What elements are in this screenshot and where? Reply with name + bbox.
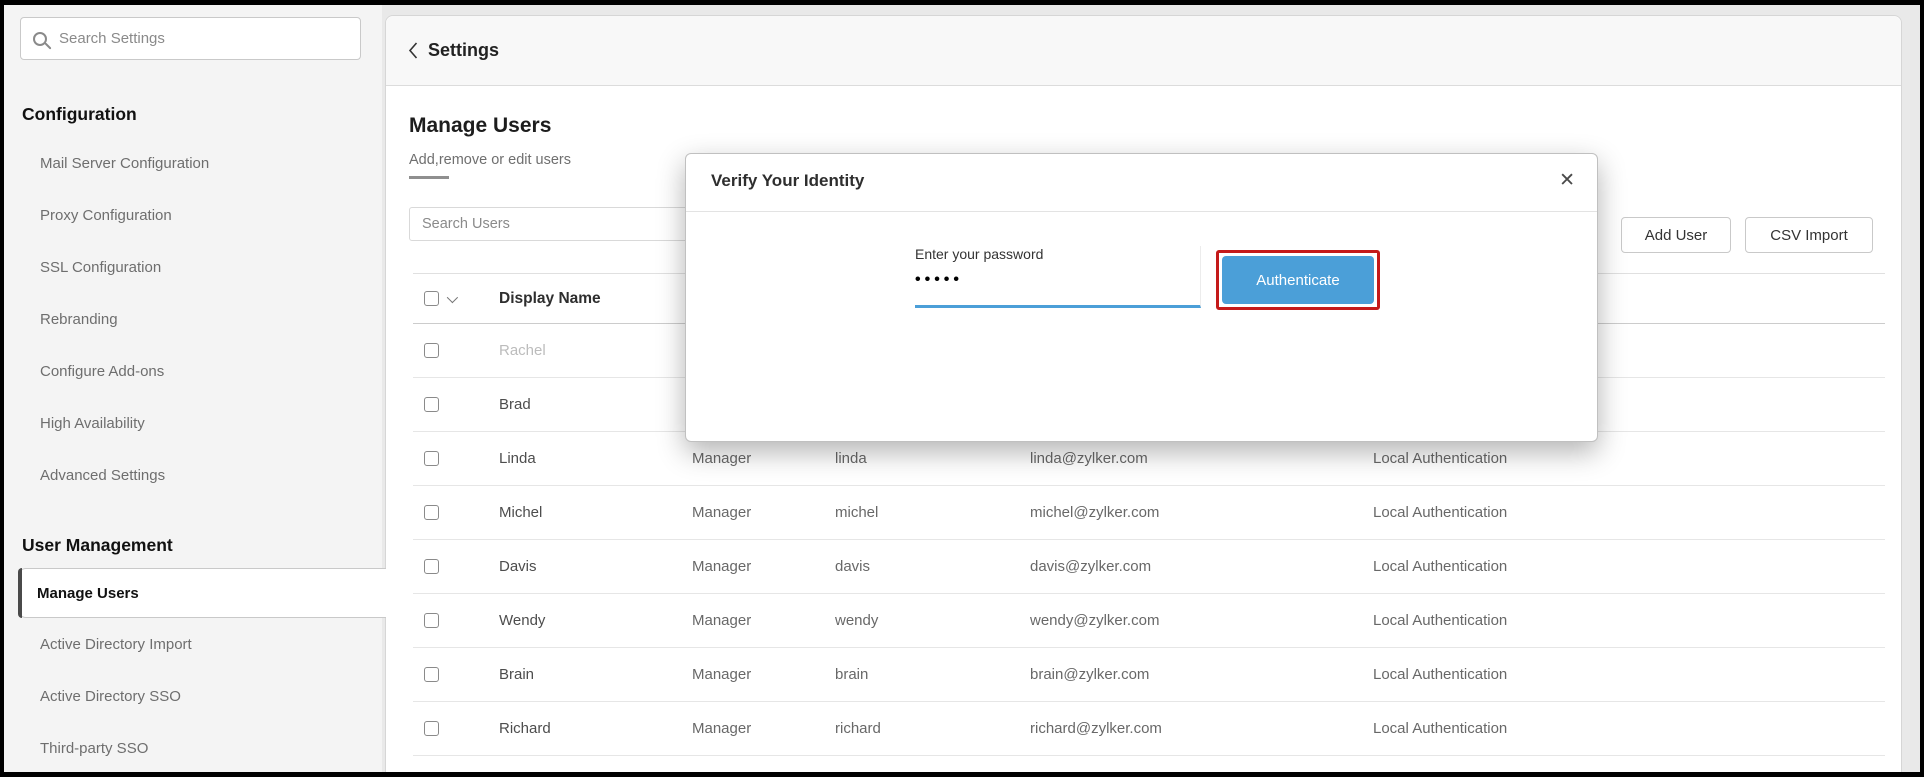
settings-search-input[interactable]: Search Settings bbox=[20, 17, 361, 60]
chevron-left-icon bbox=[408, 42, 418, 59]
sidebar-item-advanced-settings[interactable]: Advanced Settings bbox=[4, 449, 382, 501]
add-user-button[interactable]: Add User bbox=[1621, 217, 1731, 253]
sidebar-item-high-availability[interactable]: High Availability bbox=[4, 397, 382, 449]
cell-display-name: Davis bbox=[499, 558, 692, 575]
cell-display-name: Michel bbox=[499, 504, 692, 521]
settings-back-header[interactable]: Settings bbox=[386, 16, 1901, 86]
cell-authentication: Local Authentication bbox=[1373, 666, 1885, 683]
authenticate-button[interactable]: Authenticate bbox=[1222, 256, 1374, 304]
sidebar-section-heading: User Management bbox=[4, 528, 382, 562]
cell-email: richard@zylker.com bbox=[1030, 720, 1373, 737]
dialog-header: Verify Your Identity ✕ bbox=[686, 154, 1597, 212]
search-icon bbox=[33, 32, 47, 46]
cell-role: Manager bbox=[692, 504, 835, 521]
sidebar-item-ssl-configuration[interactable]: SSL Configuration bbox=[4, 241, 382, 293]
cell-username: wendy bbox=[835, 612, 1030, 629]
row-checkbox[interactable] bbox=[424, 613, 439, 628]
sidebar-item-proxy-configuration[interactable]: Proxy Configuration bbox=[4, 189, 382, 241]
password-field-group: Enter your password ••••• bbox=[915, 246, 1201, 308]
cell-display-name: Linda bbox=[499, 450, 692, 467]
cell-username: brain bbox=[835, 666, 1030, 683]
table-row: Davis Manager davis davis@zylker.com Loc… bbox=[413, 540, 1885, 594]
cell-authentication: Local Authentication bbox=[1373, 612, 1885, 629]
cell-email: davis@zylker.com bbox=[1030, 558, 1373, 575]
row-checkbox[interactable] bbox=[424, 451, 439, 466]
cell-email: michel@zylker.com bbox=[1030, 504, 1373, 521]
cell-display-name: Brad bbox=[499, 396, 692, 413]
page-subtitle: Add,remove or edit users bbox=[409, 152, 571, 168]
cell-display-name: Brain bbox=[499, 666, 692, 683]
password-input[interactable]: ••••• bbox=[915, 271, 1200, 289]
app-window: Search Settings Configuration Mail Serve… bbox=[4, 5, 1920, 772]
cell-role: Manager bbox=[692, 666, 835, 683]
cell-role: Manager bbox=[692, 612, 835, 629]
cell-display-name: Wendy bbox=[499, 612, 692, 629]
sidebar-item-rebranding[interactable]: Rebranding bbox=[4, 293, 382, 345]
subtitle-rule bbox=[409, 176, 449, 179]
sidebar-item-active-directory-sso[interactable]: Active Directory SSO bbox=[4, 670, 382, 722]
row-checkbox[interactable] bbox=[424, 559, 439, 574]
sidebar-item-configure-add-ons[interactable]: Configure Add-ons bbox=[4, 345, 382, 397]
row-checkbox[interactable] bbox=[424, 505, 439, 520]
cell-email: brain@zylker.com bbox=[1030, 666, 1373, 683]
cell-email: wendy@zylker.com bbox=[1030, 612, 1373, 629]
sidebar-item-mail-server-configuration[interactable]: Mail Server Configuration bbox=[4, 137, 382, 189]
chevron-down-icon[interactable] bbox=[447, 291, 458, 302]
cell-display-name: Richard bbox=[499, 720, 692, 737]
verify-identity-dialog: Verify Your Identity ✕ Enter your passwo… bbox=[685, 153, 1598, 442]
page-title: Manage Users bbox=[409, 114, 551, 138]
cell-username: michel bbox=[835, 504, 1030, 521]
csv-import-button[interactable]: CSV Import bbox=[1745, 217, 1873, 253]
cell-username: richard bbox=[835, 720, 1030, 737]
sidebar-item-active-directory-import[interactable]: Active Directory Import bbox=[4, 618, 382, 670]
table-row: Brain Manager brain brain@zylker.com Loc… bbox=[413, 648, 1885, 702]
row-checkbox[interactable] bbox=[424, 667, 439, 682]
row-checkbox[interactable] bbox=[424, 721, 439, 736]
table-row: Michel Manager michel michel@zylker.com … bbox=[413, 486, 1885, 540]
cell-role: Manager bbox=[692, 720, 835, 737]
table-row: Richard Manager richard richard@zylker.c… bbox=[413, 702, 1885, 756]
sidebar-item-manage-users[interactable]: Manage Users bbox=[18, 568, 386, 618]
close-icon[interactable]: ✕ bbox=[1559, 168, 1575, 195]
row-checkbox[interactable] bbox=[424, 397, 439, 412]
column-header-display-name: Display Name bbox=[499, 290, 692, 308]
row-checkbox[interactable] bbox=[424, 343, 439, 358]
settings-sidebar: Search Settings Configuration Mail Serve… bbox=[4, 5, 382, 772]
cell-username: davis bbox=[835, 558, 1030, 575]
settings-search-placeholder: Search Settings bbox=[59, 30, 165, 47]
table-row: Wendy Manager wendy wendy@zylker.com Loc… bbox=[413, 594, 1885, 648]
cell-email: linda@zylker.com bbox=[1030, 450, 1373, 467]
cell-authentication: Local Authentication bbox=[1373, 504, 1885, 521]
cell-authentication: Local Authentication bbox=[1373, 450, 1885, 467]
cell-display-name: Rachel bbox=[499, 342, 692, 359]
select-all-checkbox[interactable] bbox=[424, 291, 439, 306]
authenticate-highlight-border: Authenticate bbox=[1216, 250, 1380, 310]
cell-role: Manager bbox=[692, 558, 835, 575]
cell-authentication: Local Authentication bbox=[1373, 558, 1885, 575]
password-label: Enter your password bbox=[915, 246, 1200, 262]
cell-role: Manager bbox=[692, 450, 835, 467]
sidebar-item-third-party-sso[interactable]: Third-party SSO bbox=[4, 722, 382, 772]
cell-authentication: Local Authentication bbox=[1373, 720, 1885, 737]
dialog-title: Verify Your Identity bbox=[711, 171, 864, 191]
sidebar-section-heading: Configuration bbox=[4, 97, 382, 131]
back-label: Settings bbox=[428, 40, 499, 61]
cell-username: linda bbox=[835, 450, 1030, 467]
